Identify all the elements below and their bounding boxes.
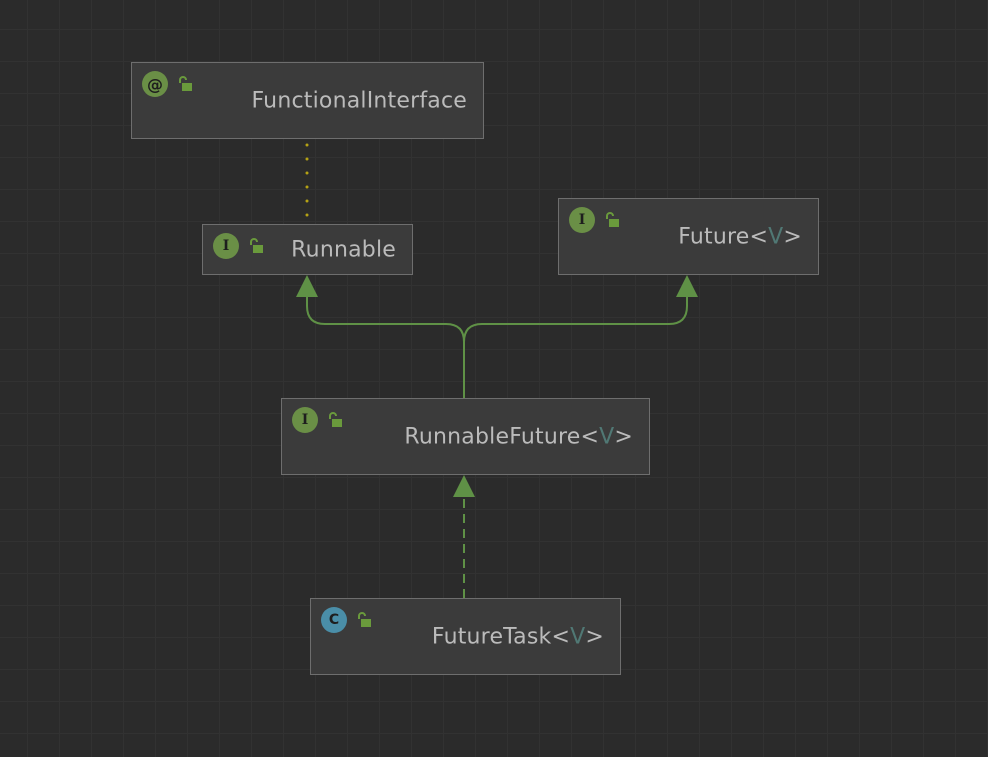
type-parameter: V [570, 624, 586, 649]
type-parameter: V [599, 424, 615, 449]
node-future[interactable]: I Future<V> [558, 198, 819, 275]
type-parameter: V [768, 224, 784, 249]
extends-edge-runnablefuture-future [463, 296, 688, 343]
node-name: FunctionalInterface [251, 88, 467, 113]
node-runnable-future[interactable]: I RunnableFuture<V> [281, 398, 650, 475]
node-name: Runnable [291, 237, 396, 262]
annotation-badge-icon: @ [142, 71, 168, 97]
runnablefuture-arrowhead [453, 475, 475, 497]
extends-edge-runnablefuture-runnable [306, 296, 465, 399]
future-arrowhead [676, 275, 698, 297]
unlocked-padlock-icon [606, 212, 619, 227]
runnable-arrowhead [296, 275, 318, 297]
class-badge-icon: C [321, 607, 347, 633]
node-runnable[interactable]: I Runnable [202, 224, 413, 275]
unlocked-padlock-icon [179, 76, 192, 91]
interface-badge-icon: I [569, 207, 595, 233]
node-functional-interface[interactable]: @ FunctionalInterface [131, 62, 484, 139]
node-name: Future<V> [678, 224, 802, 249]
interface-badge-icon: I [213, 233, 239, 259]
unlocked-padlock-icon [358, 612, 371, 627]
node-name: FutureTask<V> [431, 624, 604, 649]
node-future-task[interactable]: C FutureTask<V> [310, 598, 621, 675]
unlocked-padlock-icon [329, 412, 342, 427]
unlocked-padlock-icon [250, 238, 263, 253]
node-name: RunnableFuture<V> [404, 424, 633, 449]
interface-badge-icon: I [292, 407, 318, 433]
